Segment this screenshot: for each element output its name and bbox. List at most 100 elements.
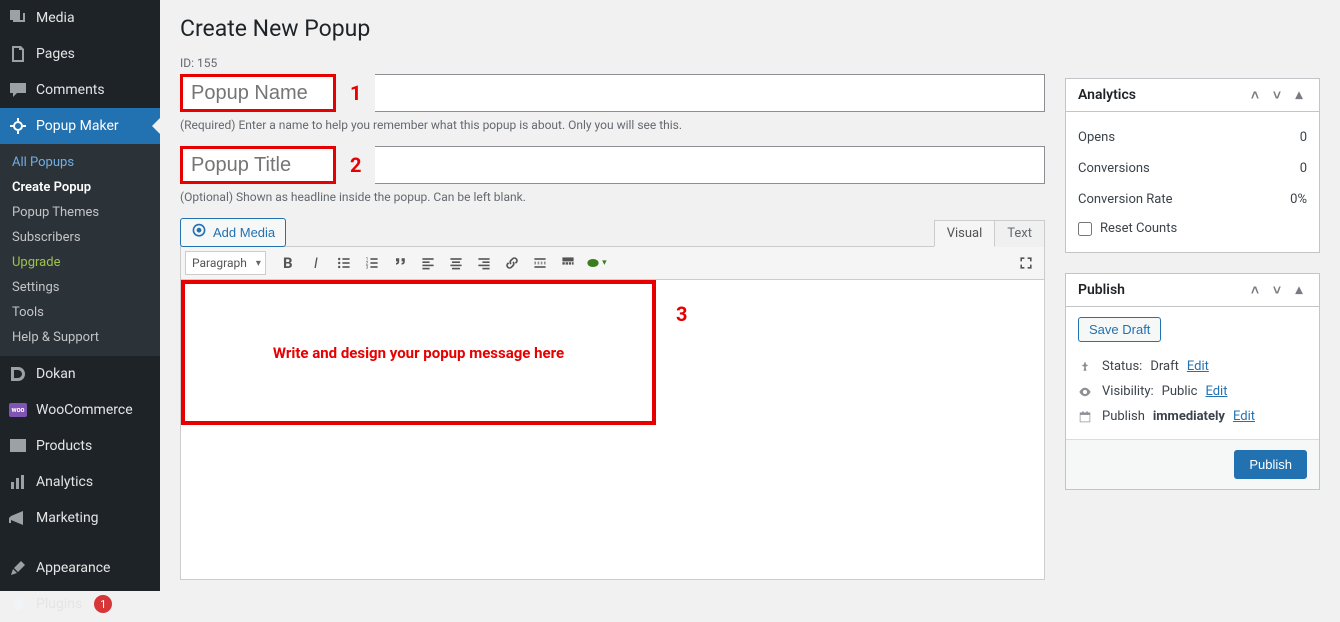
sub-tools[interactable]: Tools [0, 300, 160, 325]
sidebar-item-pages[interactable]: Pages [0, 36, 160, 72]
sidebar-submenu: All Popups Create Popup Popup Themes Sub… [0, 144, 160, 356]
move-down-icon[interactable]: ˅ [1269, 282, 1285, 298]
sub-upgrade[interactable]: Upgrade [0, 250, 160, 275]
popup-name-input[interactable] [183, 77, 333, 109]
appearance-icon [8, 558, 28, 578]
sidebar-label: Media [36, 10, 75, 26]
sidebar-item-woocommerce[interactable]: woo WooCommerce [0, 392, 160, 428]
popup-trigger-button[interactable]: ▾ [582, 250, 610, 276]
annotation-1: 1 [350, 81, 361, 105]
readmore-button[interactable] [526, 250, 554, 276]
publish-button[interactable]: Publish [1234, 450, 1307, 479]
opens-value: 0 [1300, 130, 1307, 145]
align-left-button[interactable] [414, 250, 442, 276]
conversions-label: Conversions [1078, 161, 1150, 176]
sub-help[interactable]: Help & Support [0, 325, 160, 350]
conversions-value: 0 [1300, 161, 1307, 176]
sidebar-label: WooCommerce [36, 402, 133, 418]
quote-button[interactable] [386, 250, 414, 276]
toolbar-toggle-button[interactable] [554, 250, 582, 276]
sidebar-label: Appearance [36, 560, 110, 576]
sub-create-popup[interactable]: Create Popup [0, 175, 160, 200]
popup-title-input-extend[interactable] [375, 146, 1045, 184]
link-button[interactable] [498, 250, 526, 276]
bold-button[interactable]: B [274, 250, 302, 276]
annotation-3: 3 [676, 302, 687, 326]
status-value: Draft [1150, 359, 1179, 374]
sidebar-item-marketing[interactable]: Marketing [0, 500, 160, 536]
calendar-icon [1078, 410, 1094, 424]
sub-subscribers[interactable]: Subscribers [0, 225, 160, 250]
align-center-button[interactable] [442, 250, 470, 276]
move-up-icon[interactable]: ˄ [1247, 87, 1263, 103]
fullscreen-button[interactable] [1012, 250, 1040, 276]
status-label: Status: [1102, 359, 1142, 374]
popup-id: ID: 155 [180, 56, 1045, 70]
add-media-button[interactable]: Add Media [180, 218, 286, 247]
align-right-button[interactable] [470, 250, 498, 276]
sidebar-label: Marketing [36, 510, 99, 526]
move-up-icon[interactable]: ˄ [1247, 282, 1263, 298]
media-icon [191, 223, 207, 242]
analytics-icon [8, 472, 28, 492]
save-draft-button[interactable]: Save Draft [1078, 317, 1161, 342]
editor-tabs: Visual Text [934, 220, 1045, 247]
sub-popup-themes[interactable]: Popup Themes [0, 200, 160, 225]
sidebar-item-comments[interactable]: Comments [0, 72, 160, 108]
analytics-title: Analytics [1078, 87, 1136, 103]
status-edit-link[interactable]: Edit [1187, 359, 1209, 374]
popup-name-input-extend[interactable] [375, 74, 1045, 112]
sidebar-item-appearance[interactable]: Appearance [0, 550, 160, 586]
publish-value: immediately [1153, 409, 1225, 424]
visibility-icon [1078, 385, 1094, 399]
sidebar-item-plugins[interactable]: Plugins 1 [0, 586, 160, 622]
visibility-edit-link[interactable]: Edit [1205, 384, 1227, 399]
publish-title: Publish [1078, 282, 1125, 298]
sidebar-label: Popup Maker [36, 118, 119, 134]
admin-sidebar: Media Pages Comments Popup Maker All Pop… [0, 0, 160, 591]
sub-all-popups[interactable]: All Popups [0, 150, 160, 175]
publish-edit-link[interactable]: Edit [1233, 409, 1255, 424]
editor-toolbar: Paragraph B I 123 ▾ [180, 246, 1045, 280]
sidebar-item-popup-maker[interactable]: Popup Maker [0, 108, 160, 144]
italic-button[interactable]: I [302, 250, 330, 276]
move-down-icon[interactable]: ˅ [1269, 87, 1285, 103]
numbered-list-button[interactable]: 123 [358, 250, 386, 276]
popup-title-input[interactable] [183, 149, 333, 181]
sidebar-item-media[interactable]: Media [0, 0, 160, 36]
toggle-icon[interactable]: ▴ [1291, 282, 1307, 298]
publish-label: Publish [1102, 409, 1145, 424]
opens-label: Opens [1078, 130, 1115, 145]
sidebar-item-products[interactable]: Products [0, 428, 160, 464]
popup-maker-icon [8, 116, 28, 136]
analytics-metabox: Analytics ˄ ˅ ▴ Opens 0 Conversions 0 Co… [1065, 78, 1320, 253]
editor-content-area[interactable]: Write and design your popup message here… [180, 280, 1045, 580]
tab-visual[interactable]: Visual [934, 220, 996, 247]
media-icon [8, 8, 28, 28]
publish-metabox: Publish ˄ ˅ ▴ Save Draft Status: Draft E… [1065, 273, 1320, 490]
sidebar-label: Products [36, 438, 92, 454]
conversion-rate-label: Conversion Rate [1078, 192, 1173, 207]
pages-icon [8, 44, 28, 64]
visibility-label: Visibility: [1102, 384, 1154, 399]
annotation-2: 2 [350, 153, 361, 177]
format-select[interactable]: Paragraph [185, 251, 266, 275]
sidebar-item-analytics[interactable]: Analytics [0, 464, 160, 500]
reset-counts-label: Reset Counts [1100, 221, 1177, 236]
sidebar-label: Comments [36, 82, 105, 98]
editor-annotation-box: Write and design your popup message here [181, 280, 656, 425]
comments-icon [8, 80, 28, 100]
conversion-rate-value: 0% [1290, 192, 1307, 207]
woocommerce-icon: woo [8, 400, 28, 420]
bullet-list-button[interactable] [330, 250, 358, 276]
dokan-icon [8, 364, 28, 384]
tab-text[interactable]: Text [995, 220, 1045, 247]
sidebar-label: Analytics [36, 474, 93, 490]
sub-settings[interactable]: Settings [0, 275, 160, 300]
sidebar-label: Plugins [36, 596, 82, 612]
reset-counts-checkbox[interactable] [1078, 222, 1092, 236]
sidebar-label: Dokan [36, 366, 76, 382]
name-help-text: (Required) Enter a name to help you reme… [180, 118, 1045, 132]
toggle-icon[interactable]: ▴ [1291, 87, 1307, 103]
sidebar-item-dokan[interactable]: Dokan [0, 356, 160, 392]
